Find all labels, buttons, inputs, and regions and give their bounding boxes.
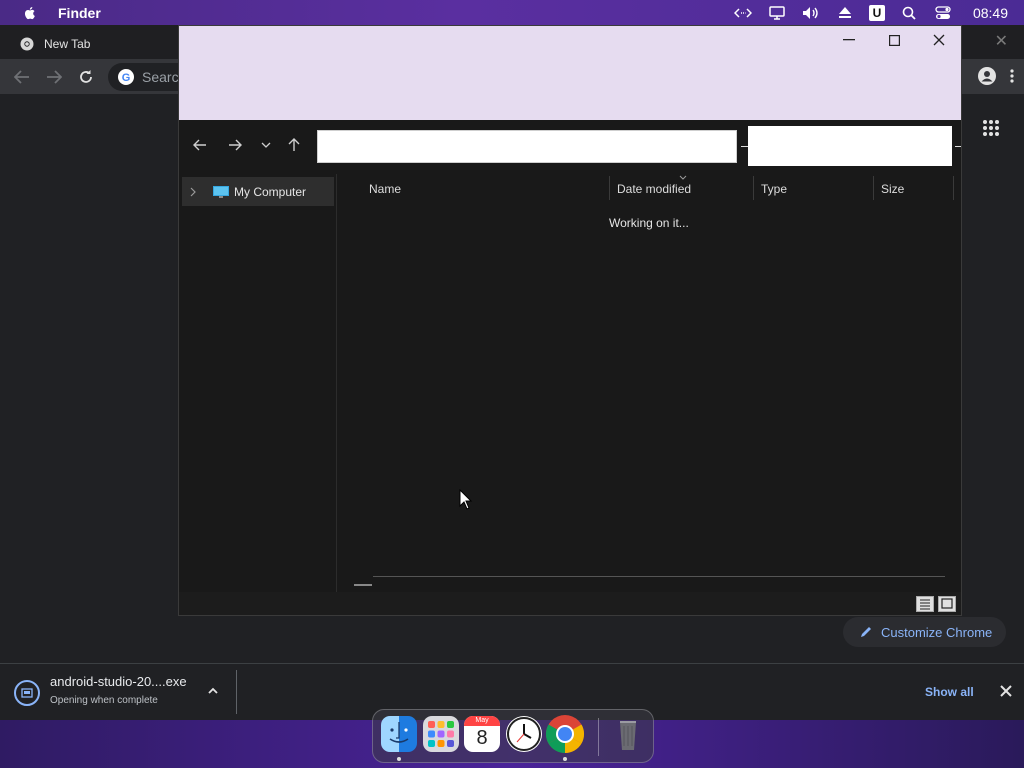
address-bar[interactable] (317, 130, 737, 163)
menu-kebab-icon[interactable] (1010, 69, 1014, 88)
reload-icon[interactable] (76, 67, 96, 87)
code-icon[interactable] (733, 5, 753, 21)
svg-text:G: G (122, 72, 131, 84)
pencil-icon (861, 627, 871, 637)
search-icon[interactable] (899, 5, 919, 21)
apple-icon[interactable] (22, 5, 38, 21)
dialog-status-bar (179, 592, 961, 615)
close-icon[interactable] (929, 32, 949, 48)
search-divider (955, 146, 961, 147)
maximize-icon[interactable] (884, 32, 904, 48)
back-arrow-icon[interactable] (191, 136, 209, 154)
volume-icon[interactable] (801, 5, 821, 21)
loading-message: Working on it... (609, 216, 689, 230)
google-icon: G (118, 69, 134, 85)
chevron-up-icon[interactable] (206, 684, 220, 698)
download-file-name: android-studio-20....exe (50, 674, 187, 689)
column-divider[interactable] (609, 176, 610, 200)
tab-title: New Tab (44, 37, 91, 51)
column-size[interactable]: Size (881, 182, 904, 196)
horizontal-scrollbar[interactable] (373, 576, 945, 577)
column-divider[interactable] (953, 176, 954, 200)
computer-icon (213, 185, 229, 198)
calendar-day: 8 (476, 727, 488, 749)
column-divider[interactable] (873, 176, 874, 200)
navigation-pane: My Computer (179, 174, 337, 592)
customize-chrome-button[interactable]: Customize Chrome (843, 617, 1006, 647)
scrollbar-thumb[interactable] (354, 584, 372, 586)
column-divider[interactable] (753, 176, 754, 200)
running-indicator (563, 757, 567, 761)
forward-arrow-icon[interactable] (226, 136, 244, 154)
chrome-favicon-icon (20, 37, 34, 51)
chrome-icon[interactable] (545, 715, 585, 754)
file-dialog: My Computer Name Date modified Type Size… (178, 25, 962, 616)
minimize-icon[interactable] (839, 32, 859, 48)
details-view-icon[interactable] (916, 596, 934, 612)
active-app-name[interactable]: Finder (58, 5, 101, 21)
download-item[interactable]: android-studio-20....exe Opening when co… (14, 674, 187, 706)
column-date-modified[interactable]: Date modified (617, 182, 691, 196)
close-download-bar-icon[interactable] (998, 683, 1014, 699)
up-arrow-icon[interactable] (285, 136, 303, 154)
chevron-right-icon[interactable] (190, 187, 212, 197)
profile-icon[interactable] (978, 67, 996, 90)
finder-icon[interactable] (381, 716, 417, 752)
apps-grid-icon[interactable] (982, 119, 1000, 137)
column-type[interactable]: Type (761, 182, 787, 196)
eject-icon[interactable] (835, 5, 855, 21)
column-headers: Name Date modified Type Size (339, 174, 961, 204)
calendar-icon[interactable]: May 8 (464, 716, 500, 752)
window-close-icon[interactable]: ✕ (995, 31, 1008, 51)
display-icon[interactable] (767, 5, 787, 21)
calendar-month: May (464, 716, 500, 726)
dock-separator (598, 718, 599, 756)
back-icon[interactable] (12, 67, 32, 87)
trash-icon[interactable] (610, 716, 646, 752)
menu-bar: Finder U 08:49 (0, 0, 1024, 25)
download-status: Opening when complete (50, 695, 158, 706)
download-divider (236, 670, 237, 714)
recent-dropdown-icon[interactable] (257, 136, 275, 154)
sort-indicator-icon (679, 175, 687, 180)
forward-icon[interactable] (44, 67, 64, 87)
launchpad-icon[interactable] (423, 716, 459, 752)
dialog-title-bar[interactable] (179, 26, 961, 120)
customize-chrome-label: Customize Chrome (881, 624, 993, 640)
menubar-clock[interactable]: 08:49 (973, 5, 1008, 21)
dock: May 8 (372, 709, 654, 763)
tab-new-tab[interactable]: New Tab (10, 29, 180, 59)
column-name[interactable]: Name (369, 182, 401, 196)
running-indicator (397, 757, 401, 761)
address-divider (741, 146, 748, 147)
clock-icon[interactable] (506, 716, 542, 752)
dialog-nav-bar (179, 120, 961, 174)
show-all-button[interactable]: Show all (925, 685, 974, 699)
u-icon[interactable]: U (868, 4, 885, 21)
file-list: Name Date modified Type Size Working on … (339, 174, 961, 592)
mouse-cursor-icon (459, 489, 473, 510)
sidebar-item-label: My Computer (234, 184, 307, 199)
download-file-icon (14, 680, 40, 706)
sidebar-item-my-computer[interactable]: My Computer (182, 177, 334, 206)
large-icons-view-icon[interactable] (938, 596, 956, 612)
control-center-icon[interactable] (933, 5, 953, 21)
search-field[interactable] (748, 126, 952, 166)
